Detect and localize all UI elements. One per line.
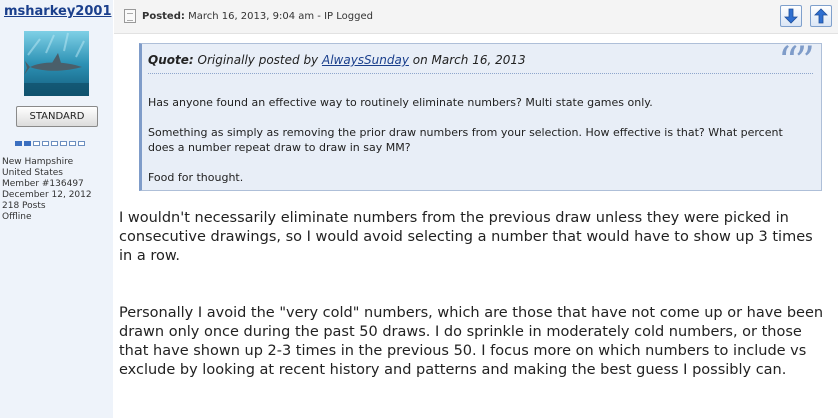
rank-meter-segment <box>60 141 67 146</box>
quote-date: on March 16, 2013 <box>412 53 526 67</box>
location-state: New Hampshire <box>2 157 74 167</box>
quote-prefix: Originally posted by <box>197 53 319 67</box>
quote-author-link[interactable]: AlwaysSunday <box>322 53 409 67</box>
posted-date: March 16, 2013, 9:04 am - IP Logged <box>188 11 373 22</box>
rank-meter-segment <box>42 141 49 146</box>
rank-meter-segment <box>69 141 76 146</box>
quote-divider <box>148 73 813 74</box>
avatar[interactable] <box>24 31 89 96</box>
quote-paragraph: Has anyone found an effective way to rou… <box>148 96 653 109</box>
rank-meter-segment <box>33 141 40 146</box>
author-profile-info: New Hampshire United States Member #1364… <box>2 157 92 223</box>
member-number: Member #136497 <box>2 179 84 189</box>
rank-meter-segment <box>15 141 22 146</box>
posted-label: Posted: <box>142 11 185 22</box>
post-paragraph: Personally I avoid the "very cold" numbe… <box>119 305 824 378</box>
author-username-link[interactable]: msharkey2001 <box>4 4 112 19</box>
author-sidebar: msharkey2001 STANDARD New Hampshire Unit… <box>0 0 113 418</box>
post-header: Posted: March 16, 2013, 9:04 am - IP Log… <box>114 0 838 34</box>
quote-marks-icon: “” <box>778 39 815 85</box>
quote-label: Quote: <box>148 53 194 67</box>
join-date: December 12, 2012 <box>2 190 92 200</box>
post-document-icon <box>124 9 136 23</box>
quote-paragraph: Something as simply as removing the prio… <box>148 126 783 154</box>
shark-avatar-image <box>24 31 89 96</box>
post-count: 218 Posts <box>2 201 46 211</box>
online-status: Offline <box>2 212 32 222</box>
posted-info: Posted: March 16, 2013, 9:04 am - IP Log… <box>142 11 373 22</box>
rank-badge: STANDARD <box>16 106 98 127</box>
location-country: United States <box>2 168 63 178</box>
rank-meter <box>15 141 85 146</box>
arrow-down-icon <box>784 8 798 24</box>
arrow-up-icon <box>814 8 828 24</box>
scroll-up-button[interactable] <box>810 5 832 27</box>
rank-meter-segment <box>24 141 31 146</box>
rank-meter-segment <box>51 141 58 146</box>
post-paragraph: I wouldn't necessarily eliminate numbers… <box>119 210 813 264</box>
quote-block: Quote: Originally posted by AlwaysSunday… <box>139 39 822 191</box>
scroll-down-button[interactable] <box>780 5 802 27</box>
rank-meter-segment <box>78 141 85 146</box>
quote-header: Quote: Originally posted by AlwaysSunday… <box>148 53 526 67</box>
quote-paragraph: Food for thought. <box>148 171 244 184</box>
